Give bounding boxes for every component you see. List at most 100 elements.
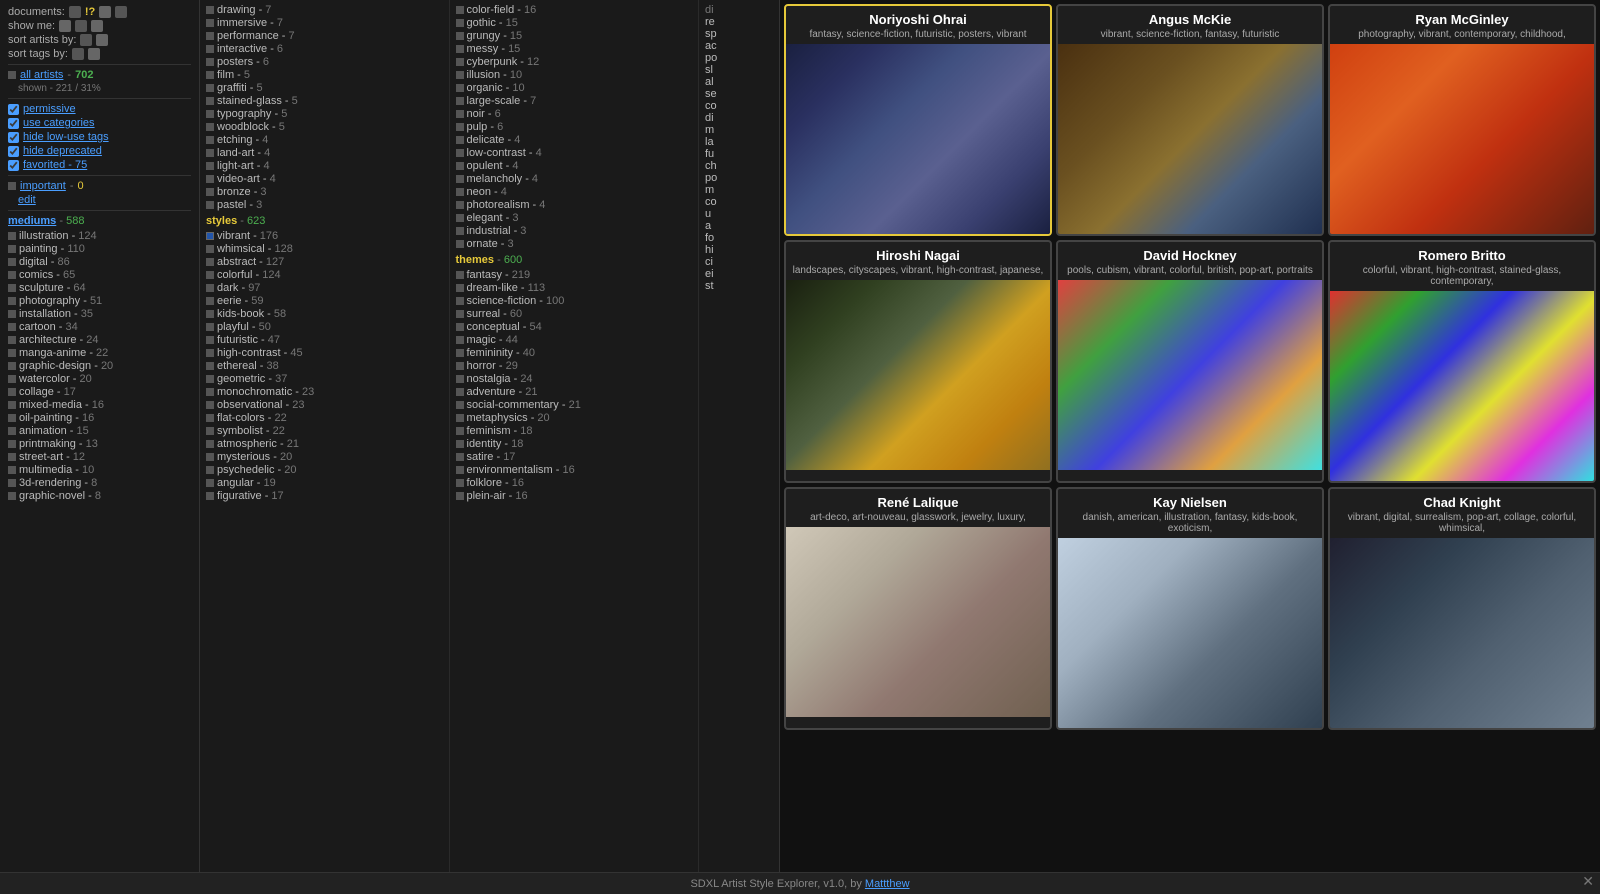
doc-icon2[interactable]	[99, 6, 111, 18]
medium-item[interactable]: architecture - 24	[8, 334, 191, 346]
theme-item[interactable]: environmentalism - 16	[456, 464, 693, 476]
medium-item[interactable]: sculpture - 64	[8, 282, 191, 294]
favorited-label[interactable]: favorited - 75	[23, 159, 87, 171]
drawing-item[interactable]: woodblock - 5	[206, 121, 443, 133]
sort-tags-icon2[interactable]	[88, 48, 100, 60]
show-icon3[interactable]	[91, 20, 103, 32]
col2-item[interactable]: cyberpunk - 12	[456, 56, 693, 68]
use-categories-label[interactable]: use categories	[23, 117, 95, 129]
show-icon2[interactable]	[75, 20, 87, 32]
permissive-label[interactable]: permissive	[23, 103, 76, 115]
drawing-item[interactable]: performance - 7	[206, 30, 443, 42]
theme-item[interactable]: surreal - 60	[456, 308, 693, 320]
artist-card[interactable]: Romero Britto colorful, vibrant, high-co…	[1328, 240, 1596, 483]
drawing-item[interactable]: etching - 4	[206, 134, 443, 146]
col2-item[interactable]: industrial - 3	[456, 225, 693, 237]
permissive-checkbox[interactable]	[8, 104, 19, 115]
drawing-item[interactable]: interactive - 6	[206, 43, 443, 55]
sort-artists-icon2[interactable]	[96, 34, 108, 46]
style-checkbox[interactable]	[206, 232, 214, 240]
drawing-item[interactable]: light-art - 4	[206, 160, 443, 172]
col2-item[interactable]: large-scale - 7	[456, 95, 693, 107]
col2-item[interactable]: delicate - 4	[456, 134, 693, 146]
theme-item[interactable]: plein-air - 16	[456, 490, 693, 502]
style-item[interactable]: flat-colors - 22	[206, 412, 443, 424]
style-item[interactable]: monochromatic - 23	[206, 386, 443, 398]
style-item[interactable]: mysterious - 20	[206, 451, 443, 463]
hide-deprecated-checkbox[interactable]	[8, 146, 19, 157]
style-item[interactable]: psychedelic - 20	[206, 464, 443, 476]
medium-item[interactable]: multimedia - 10	[8, 464, 191, 476]
hide-deprecated-label[interactable]: hide deprecated	[23, 145, 102, 157]
doc-icon1[interactable]	[69, 6, 81, 18]
style-item[interactable]: colorful - 124	[206, 269, 443, 281]
sort-tags-icon1[interactable]	[72, 48, 84, 60]
artist-card[interactable]: Hiroshi Nagai landscapes, cityscapes, vi…	[784, 240, 1052, 483]
style-item[interactable]: angular - 19	[206, 477, 443, 489]
sort-artists-icon1[interactable]	[80, 34, 92, 46]
medium-item[interactable]: mixed-media - 16	[8, 399, 191, 411]
important-row[interactable]: important - 0	[8, 180, 191, 192]
theme-item[interactable]: magic - 44	[456, 334, 693, 346]
medium-item[interactable]: graphic-novel - 8	[8, 490, 191, 502]
hide-low-checkbox[interactable]	[8, 132, 19, 143]
style-item[interactable]: high-contrast - 45	[206, 347, 443, 359]
artist-card[interactable]: Angus McKie vibrant, science-fiction, fa…	[1056, 4, 1324, 236]
all-artists-label[interactable]: all artists	[20, 69, 63, 81]
artist-card[interactable]: David Hockney pools, cubism, vibrant, co…	[1056, 240, 1324, 483]
style-item[interactable]: observational - 23	[206, 399, 443, 411]
medium-item[interactable]: cartoon - 34	[8, 321, 191, 333]
medium-item[interactable]: comics - 65	[8, 269, 191, 281]
medium-item[interactable]: animation - 15	[8, 425, 191, 437]
artist-card[interactable]: Kay Nielsen danish, american, illustrati…	[1056, 487, 1324, 730]
style-item[interactable]: abstract - 127	[206, 256, 443, 268]
theme-item[interactable]: nostalgia - 24	[456, 373, 693, 385]
style-item[interactable]: whimsical - 128	[206, 243, 443, 255]
hide-low-label[interactable]: hide low-use tags	[23, 131, 109, 143]
medium-item[interactable]: watercolor - 20	[8, 373, 191, 385]
style-item[interactable]: kids-book - 58	[206, 308, 443, 320]
style-item[interactable]: playful - 50	[206, 321, 443, 333]
medium-item[interactable]: manga-anime - 22	[8, 347, 191, 359]
style-item[interactable]: eerie - 59	[206, 295, 443, 307]
theme-item[interactable]: adventure - 21	[456, 386, 693, 398]
col2-item[interactable]: organic - 10	[456, 82, 693, 94]
drawing-item[interactable]: land-art - 4	[206, 147, 443, 159]
style-item[interactable]: geometric - 37	[206, 373, 443, 385]
mediums-title[interactable]: mediums	[8, 215, 56, 227]
col2-item[interactable]: opulent - 4	[456, 160, 693, 172]
style-item[interactable]: dark - 97	[206, 282, 443, 294]
drawing-item[interactable]: bronze - 3	[206, 186, 443, 198]
col2-item[interactable]: melancholy - 4	[456, 173, 693, 185]
medium-item[interactable]: collage - 17	[8, 386, 191, 398]
theme-item[interactable]: satire - 17	[456, 451, 693, 463]
edit-row[interactable]: edit	[18, 194, 191, 206]
col2-item[interactable]: pulp - 6	[456, 121, 693, 133]
theme-item[interactable]: conceptual - 54	[456, 321, 693, 333]
footer-author[interactable]: Mattthew	[865, 878, 910, 890]
theme-item[interactable]: science-fiction - 100	[456, 295, 693, 307]
drawing-item[interactable]: posters - 6	[206, 56, 443, 68]
style-item[interactable]: futuristic - 47	[206, 334, 443, 346]
theme-item[interactable]: folklore - 16	[456, 477, 693, 489]
permissive-cb[interactable]: permissive	[8, 103, 191, 115]
medium-item[interactable]: street-art - 12	[8, 451, 191, 463]
style-item[interactable]: symbolist - 22	[206, 425, 443, 437]
medium-item[interactable]: illustration - 124	[8, 230, 191, 242]
theme-item[interactable]: feminism - 18	[456, 425, 693, 437]
col2-item[interactable]: elegant - 3	[456, 212, 693, 224]
close-button[interactable]: ✕	[1582, 873, 1594, 890]
theme-item[interactable]: dream-like - 113	[456, 282, 693, 294]
show-icon1[interactable]	[59, 20, 71, 32]
themes-title[interactable]: themes	[456, 254, 495, 266]
medium-item[interactable]: photography - 51	[8, 295, 191, 307]
medium-item[interactable]: oil-painting - 16	[8, 412, 191, 424]
important-label[interactable]: important	[20, 180, 66, 192]
all-artists-row[interactable]: all artists - 702	[8, 69, 191, 81]
favorited-checkbox[interactable]	[8, 160, 19, 171]
style-item[interactable]: atmospheric - 21	[206, 438, 443, 450]
col2-item[interactable]: messy - 15	[456, 43, 693, 55]
medium-item[interactable]: painting - 110	[8, 243, 191, 255]
col2-item[interactable]: gothic - 15	[456, 17, 693, 29]
col2-item[interactable]: photorealism - 4	[456, 199, 693, 211]
